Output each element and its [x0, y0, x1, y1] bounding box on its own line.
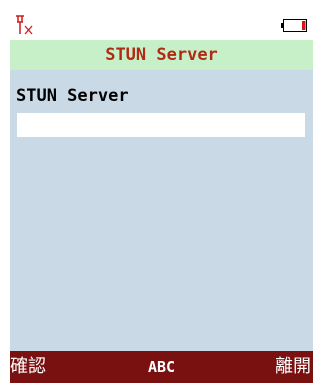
- confirm-softkey[interactable]: 確認: [10, 351, 46, 383]
- phone-screen: STUN Server STUN Server ABC 確認 離開: [10, 10, 313, 383]
- stun-server-input[interactable]: [17, 113, 305, 137]
- stun-server-label: STUN Server: [16, 86, 129, 106]
- softkey-center-wrap: ABC: [10, 351, 313, 383]
- battery-low-icon: [281, 19, 307, 32]
- status-bar: [10, 10, 313, 40]
- screen-title: STUN Server: [10, 40, 313, 70]
- input-mode-button[interactable]: ABC: [148, 358, 175, 376]
- softkey-bar: ABC 確認 離開: [10, 351, 313, 383]
- exit-softkey[interactable]: 離開: [275, 351, 311, 383]
- no-signal-icon: [16, 15, 33, 35]
